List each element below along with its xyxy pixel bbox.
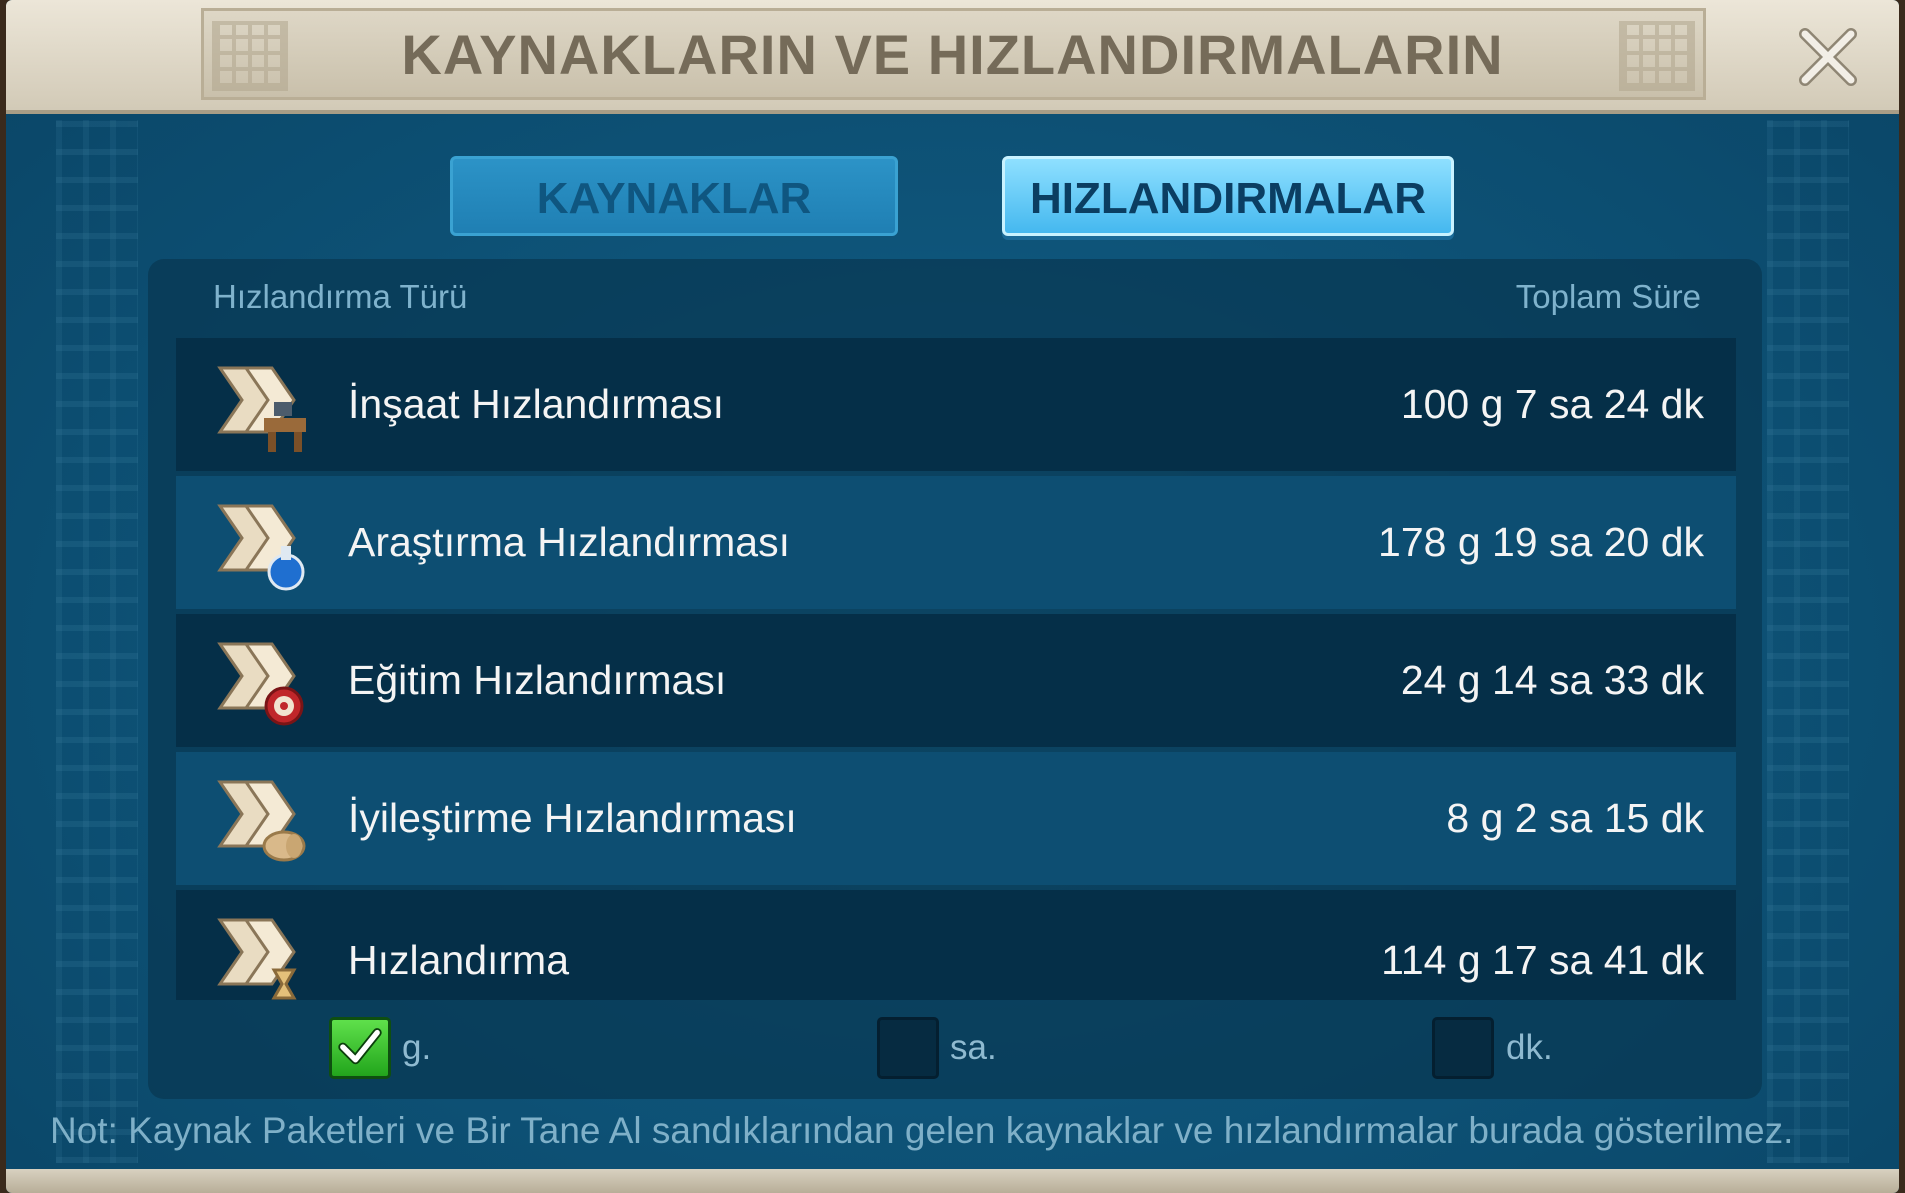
list-item: Hızlandırma 114 g 17 sa 41 dk: [176, 890, 1736, 1000]
research-speedup-icon: [217, 504, 305, 591]
speedup-name: Araştırma Hızlandırması: [348, 519, 790, 565]
speedup-name: İnşaat Hızlandırması: [348, 381, 724, 427]
footnote: Not: Kaynak Paketleri ve Bir Tane Al san…: [50, 1110, 1794, 1151]
dialog-window: KAYNAKLARIN VE HIZLANDIRMALARIN KAYNAKLA…: [6, 0, 1899, 1193]
universal-speedup-icon: [217, 918, 297, 1000]
checkmark-icon: [338, 1028, 382, 1065]
speedup-total: 24 g 14 sa 33 dk: [1400, 657, 1704, 703]
speedup-total: 178 g 19 sa 20 dk: [1378, 519, 1704, 565]
bottom-border: [6, 1169, 1899, 1193]
speedup-list[interactable]: İnşaat Hızlandırması 100 g 7 sa 24 dk Ar…: [6, 0, 1899, 1000]
speedup-name: Eğitim Hızlandırması: [348, 657, 727, 703]
list-item: Eğitim Hızlandırması 24 g 14 sa 33 dk: [176, 614, 1736, 747]
speedup-total: 100 g 7 sa 24 dk: [1400, 381, 1704, 427]
list-item: İnşaat Hızlandırması 100 g 7 sa 24 dk: [176, 338, 1736, 471]
days-checkbox[interactable]: [329, 1017, 391, 1079]
minutes-checkbox[interactable]: [1432, 1017, 1494, 1079]
speedup-total: 114 g 17 sa 41 dk: [1381, 937, 1704, 983]
hours-checkbox[interactable]: [877, 1017, 939, 1079]
speedup-total: 8 g 2 sa 15 dk: [1446, 795, 1704, 841]
hours-label: sa.: [950, 1028, 997, 1067]
list-item: İyileştirme Hızlandırması 8 g 2 sa 15 dk: [176, 752, 1736, 885]
minutes-label: dk.: [1506, 1028, 1553, 1067]
healing-speedup-icon: [217, 780, 306, 862]
list-item: Araştırma Hızlandırması 178 g 19 sa 20 d…: [176, 476, 1736, 609]
training-speedup-icon: [217, 642, 304, 726]
speedup-name: Hızlandırma: [348, 937, 570, 983]
construction-speedup-icon: [217, 366, 306, 452]
speedup-name: İyileştirme Hızlandırması: [348, 795, 797, 841]
days-label: g.: [402, 1028, 432, 1067]
